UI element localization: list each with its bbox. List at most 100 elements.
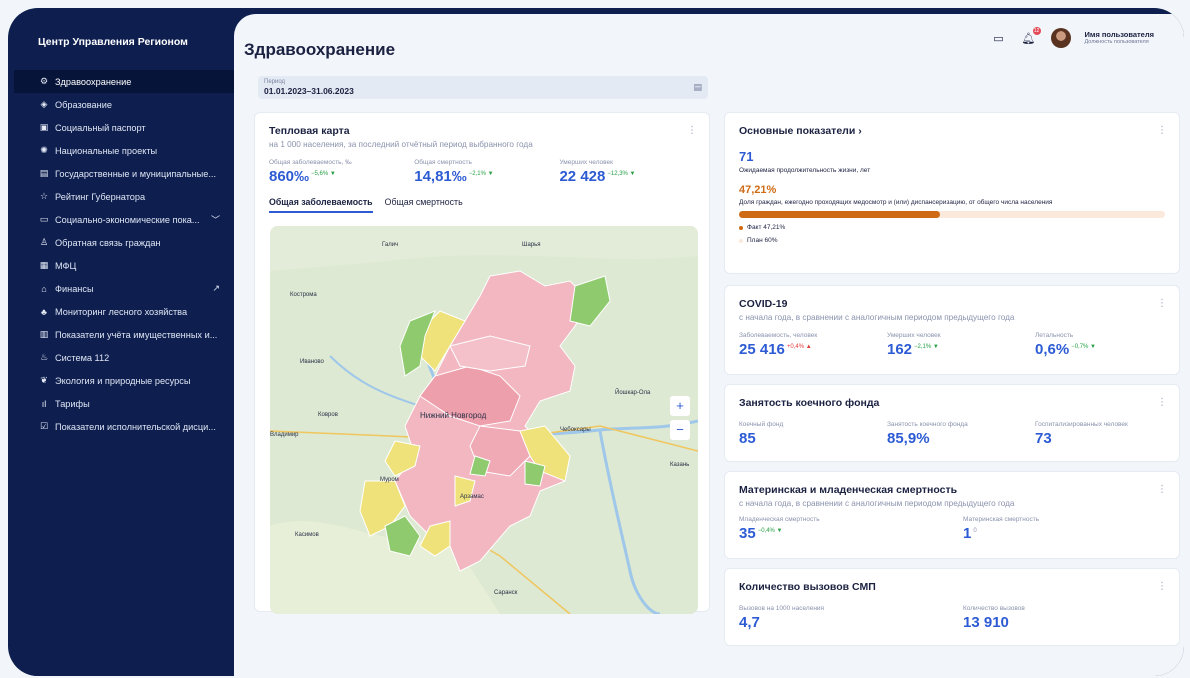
sidebar-item-label: Мониторинг лесного хозяйства <box>55 306 188 317</box>
maternal-metrics: Младенческая смертность 35 −0,4% ▼ Матери… <box>739 516 1165 542</box>
map-label: Чебоксары <box>560 427 591 433</box>
sidebar-item-label: Финансы <box>55 283 94 294</box>
more-icon[interactable]: ⋮ <box>1157 125 1167 136</box>
user-role: Должность пользователя <box>1084 39 1149 45</box>
sidebar-item-label: Показатели исполнительской дисци... <box>55 421 216 432</box>
sidebar-item-forestry[interactable]: ♣ Мониторинг лесного хозяйства <box>14 300 234 323</box>
more-icon[interactable]: ⋮ <box>687 125 697 136</box>
sidebar-item-label: Экология и природные ресурсы <box>55 375 191 386</box>
user-name: Имя пользователя <box>1084 29 1155 39</box>
map-label: Йошкар-Ола <box>615 388 651 396</box>
sidebar-item-rating[interactable]: ☆ Рейтинг Губернатора <box>14 185 234 208</box>
chevron-down-icon: ﹀ <box>210 215 220 225</box>
metric-mortality: Общая смертность 14,81‰ −2,1% ▼ <box>414 159 559 185</box>
metric-calls-per-1000: Вызовов на 1000 населения 4,7 <box>739 605 825 631</box>
life-expectancy-value: 71 <box>739 149 754 164</box>
bank-icon: ⌂ <box>41 283 47 294</box>
map-svg: Кострома Иваново Владимир Ковров Нижний … <box>270 226 698 614</box>
metric-delta: −2,1% ▼ <box>468 171 494 177</box>
ambulance-metrics: Вызовов на 1000 населения 4,7 Количество… <box>739 605 1165 631</box>
map-label-nizhny: Нижний Новгород <box>420 411 487 420</box>
check-doc-icon: ☑ <box>39 421 49 431</box>
heatmap-subtitle: на 1 000 населения, за последний отчётны… <box>269 140 533 149</box>
sidebar-item-system-112[interactable]: ♨ Система 112 <box>14 346 234 369</box>
page-title: Здравоохранение <box>244 40 396 59</box>
gear-icon: ⚙ <box>39 76 49 86</box>
external-link-icon[interactable]: ↗ <box>212 283 220 294</box>
more-icon[interactable]: ⋮ <box>1157 581 1167 592</box>
map-label: Ковров <box>318 412 338 418</box>
star-icon: ☆ <box>39 191 49 201</box>
sidebar-item-label: Национальные проекты <box>55 145 158 156</box>
metric-covid-deaths: Умерших человек 162 −2,1% ▼ <box>887 332 941 358</box>
beds-metrics: Коечный фонд 85 Занятость коечного фонда… <box>739 421 1165 447</box>
heatmap-card: ⋮ Тепловая карта на 1 000 населения, за … <box>254 112 710 614</box>
heatmap-map[interactable]: Кострома Иваново Владимир Ковров Нижний … <box>270 226 698 614</box>
sidebar-item-national-projects[interactable]: ✺ Национальные проекты <box>14 139 234 162</box>
key-indicators-card: ⋮ Основные показатели › 71 Ожидаемая про… <box>724 112 1180 274</box>
sidebar-item-education[interactable]: ◈ Образование <box>14 93 234 116</box>
sidebar-item-label: Государственные и муниципальные... <box>55 168 217 179</box>
zoom-out-button[interactable]: − <box>670 420 690 440</box>
tree-icon: ♣ <box>41 306 47 317</box>
metric-morbidity: Общая заболеваемость, ‰ 860‰ −5,6% ▼ <box>269 159 414 185</box>
tab-mortality[interactable]: Общая смертность <box>385 197 463 213</box>
app-title: Центр Управления Регионом <box>38 36 188 48</box>
beds-title: Занятость коечного фонда <box>739 397 880 409</box>
sidebar-item-label: Здравоохранение <box>55 76 132 87</box>
metric-maternal-mortality: Материнская смертность 10 <box>963 516 1040 542</box>
sidebar-item-label: Обратная связь граждан <box>55 237 161 248</box>
sidebar-item-label: Показатели учёта имущественных и... <box>55 329 218 340</box>
sidebar-item-tariffs[interactable]: ıl Тарифы <box>14 392 234 415</box>
sidebar-item-ecology[interactable]: ❦ Экология и природные ресурсы <box>14 369 234 392</box>
maternal-subtitle: с начала года, в сравнении с аналогичным… <box>739 499 1015 508</box>
sidebar-item-finance[interactable]: ⌂ Финансы ↗ <box>14 277 234 300</box>
sidebar-item-property[interactable]: ▥ Показатели учёта имущественных и... <box>14 323 234 346</box>
calendar-icon[interactable]: ▤ <box>693 82 702 93</box>
bell-icon[interactable]: 🔔︎ 12 <box>1021 27 1041 46</box>
main-content: Здравоохранение ▭ 🔔︎ 12 Имя пользователя … <box>234 14 1184 676</box>
map-label: Шарья <box>522 242 541 248</box>
metric-value: 860‰ <box>269 168 310 185</box>
ambulance-card: ⋮ Количество вызовов СМП Вызовов на 1000… <box>724 568 1180 646</box>
zoom-in-button[interactable]: + <box>670 396 690 416</box>
sidebar-item-gov-services[interactable]: ▤ Государственные и муниципальные... <box>14 162 234 185</box>
sidebar-item-label: Образование <box>55 99 112 110</box>
metric-label: Общая смертность <box>414 159 472 166</box>
checkup-progress <box>739 211 1165 218</box>
more-icon[interactable]: ⋮ <box>1157 298 1167 309</box>
bars-icon: ıl <box>41 398 47 409</box>
sidebar: Центр Управления Регионом ⚙ Здравоохранен… <box>14 14 234 676</box>
sidebar-item-mfc[interactable]: ▦ МФЦ <box>14 254 234 277</box>
user-info[interactable]: Имя пользователя Должность пользователя <box>1084 29 1155 46</box>
legend-fact: Факт 47,21% <box>739 224 1165 231</box>
sidebar-item-healthcare[interactable]: ⚙ Здравоохранение <box>14 70 234 93</box>
building-icon: ▥ <box>39 329 49 339</box>
period-picker[interactable]: Период 01.01.2023–31.06.2023 ▤ <box>258 76 708 99</box>
sidebar-item-label: Социально-экономические пока... <box>55 214 200 225</box>
heatmap-tabs: Общая заболеваемость Общая смертность <box>269 197 695 213</box>
sidebar-item-socio-economic[interactable]: ▭ Социально-экономические пока... ﹀ <box>14 208 234 231</box>
sidebar-item-label: МФЦ <box>55 260 77 271</box>
map-label: Иваново <box>300 359 325 365</box>
sidebar-item-discipline[interactable]: ☑ Показатели исполнительской дисци... <box>14 415 234 438</box>
metric-covid-lethality: Летальность 0,6% −0,7% ▼ <box>1035 332 1096 358</box>
covid-card: ⋮ COVID-19 с начала года, в сравнении с … <box>724 285 1180 375</box>
checkup-progress-fill <box>739 211 941 218</box>
tab-morbidity[interactable]: Общая заболеваемость <box>269 197 373 213</box>
more-icon[interactable]: ⋮ <box>1157 484 1167 495</box>
topbar: ▭ 🔔︎ 12 Имя пользователя Должность пользо… <box>991 27 1155 48</box>
map-label: Казань <box>670 462 689 468</box>
message-icon[interactable]: ▭ <box>991 30 1007 46</box>
emblem-icon: ✺ <box>40 145 48 155</box>
sidebar-item-feedback[interactable]: ♙ Обратная связь граждан <box>14 231 234 254</box>
sidebar-item-social-passport[interactable]: ▣ Социальный паспорт <box>14 116 234 139</box>
more-icon[interactable]: ⋮ <box>1157 397 1167 408</box>
metric-beds-occupancy: Занятость коечного фонда 85,9% <box>887 421 968 447</box>
key-indicators-title[interactable]: Основные показатели › <box>739 125 1165 137</box>
covid-metrics: Заболеваемость, человек 25 416 +0,4% ▲ Ум… <box>739 332 1165 358</box>
maternal-title: Материнская и младенческая смертность <box>739 484 958 496</box>
avatar[interactable] <box>1050 28 1071 48</box>
ambulance-title: Количество вызовов СМП <box>739 581 876 593</box>
map-label: Муром <box>380 477 399 483</box>
